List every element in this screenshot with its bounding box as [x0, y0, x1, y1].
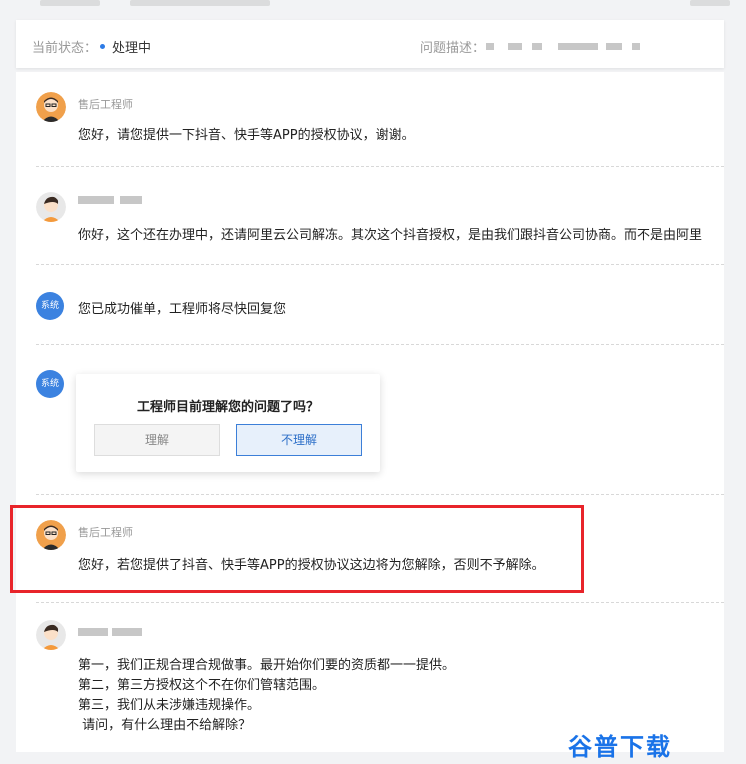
- status-dot-icon: [100, 44, 105, 49]
- not-understand-button[interactable]: 不理解: [236, 424, 362, 456]
- message-line: 请问，有什么理由不给解除？: [78, 718, 252, 733]
- sender-redacted: [78, 196, 114, 204]
- status-card: 当前状态： 处理中 问题描述：: [16, 20, 724, 68]
- divider: [36, 344, 724, 345]
- understand-button[interactable]: 理解: [94, 424, 220, 456]
- feedback-card: 工程师目前理解您的问题了吗？ 理解 不理解: [76, 374, 380, 472]
- sender-redacted: [112, 628, 142, 636]
- message-line: 第一，我们正规合理合规做事。最开始你们要的资质都一一提供。: [78, 658, 456, 673]
- description-label: 问题描述：: [420, 41, 486, 56]
- top-strip: [0, 0, 746, 20]
- divider: [36, 494, 724, 495]
- highlight-annotation-box: [10, 505, 584, 593]
- description-redacted: [558, 43, 598, 50]
- sender-redacted: [120, 196, 142, 204]
- message-line: 第二，第三方授权这个不在你们管辖范围。: [78, 678, 326, 693]
- divider: [36, 264, 724, 265]
- chat-thread: 售后工程师 您好，请您提供一下抖音、快手等APP的授权协议，谢谢。 你好，这个还…: [16, 72, 724, 752]
- user-avatar-icon: [36, 192, 66, 222]
- status-value: 处理中: [112, 41, 152, 56]
- status-label: 当前状态：: [32, 41, 98, 56]
- system-avatar-icon: 系统: [36, 292, 64, 320]
- sender-name: 售后工程师: [78, 98, 133, 111]
- message-text: 您好，请您提供一下抖音、快手等APP的授权协议，谢谢。: [78, 128, 415, 143]
- message-text: 您已成功催单，工程师将尽快回复您: [78, 302, 287, 317]
- description-redacted: [508, 43, 522, 50]
- description-redacted: [606, 43, 622, 50]
- system-avatar-icon: 系统: [36, 370, 64, 398]
- sender-redacted: [78, 628, 108, 636]
- message-line: 第三，我们从未涉嫌违规操作。: [78, 698, 261, 713]
- feedback-question: 工程师目前理解您的问题了吗？: [136, 400, 319, 415]
- watermark-logo: 谷普下载: [568, 733, 672, 761]
- divider: [36, 166, 724, 167]
- description-redacted: [486, 43, 494, 50]
- description-redacted: [632, 43, 640, 50]
- user-avatar-icon: [36, 620, 66, 650]
- message-text: 你好，这个还在办理中，还请阿里云公司解冻。其次这个抖音授权，是由我们跟抖音公司协…: [78, 228, 703, 243]
- divider: [36, 602, 724, 603]
- engineer-avatar-icon: [36, 92, 66, 122]
- description-redacted: [532, 43, 542, 50]
